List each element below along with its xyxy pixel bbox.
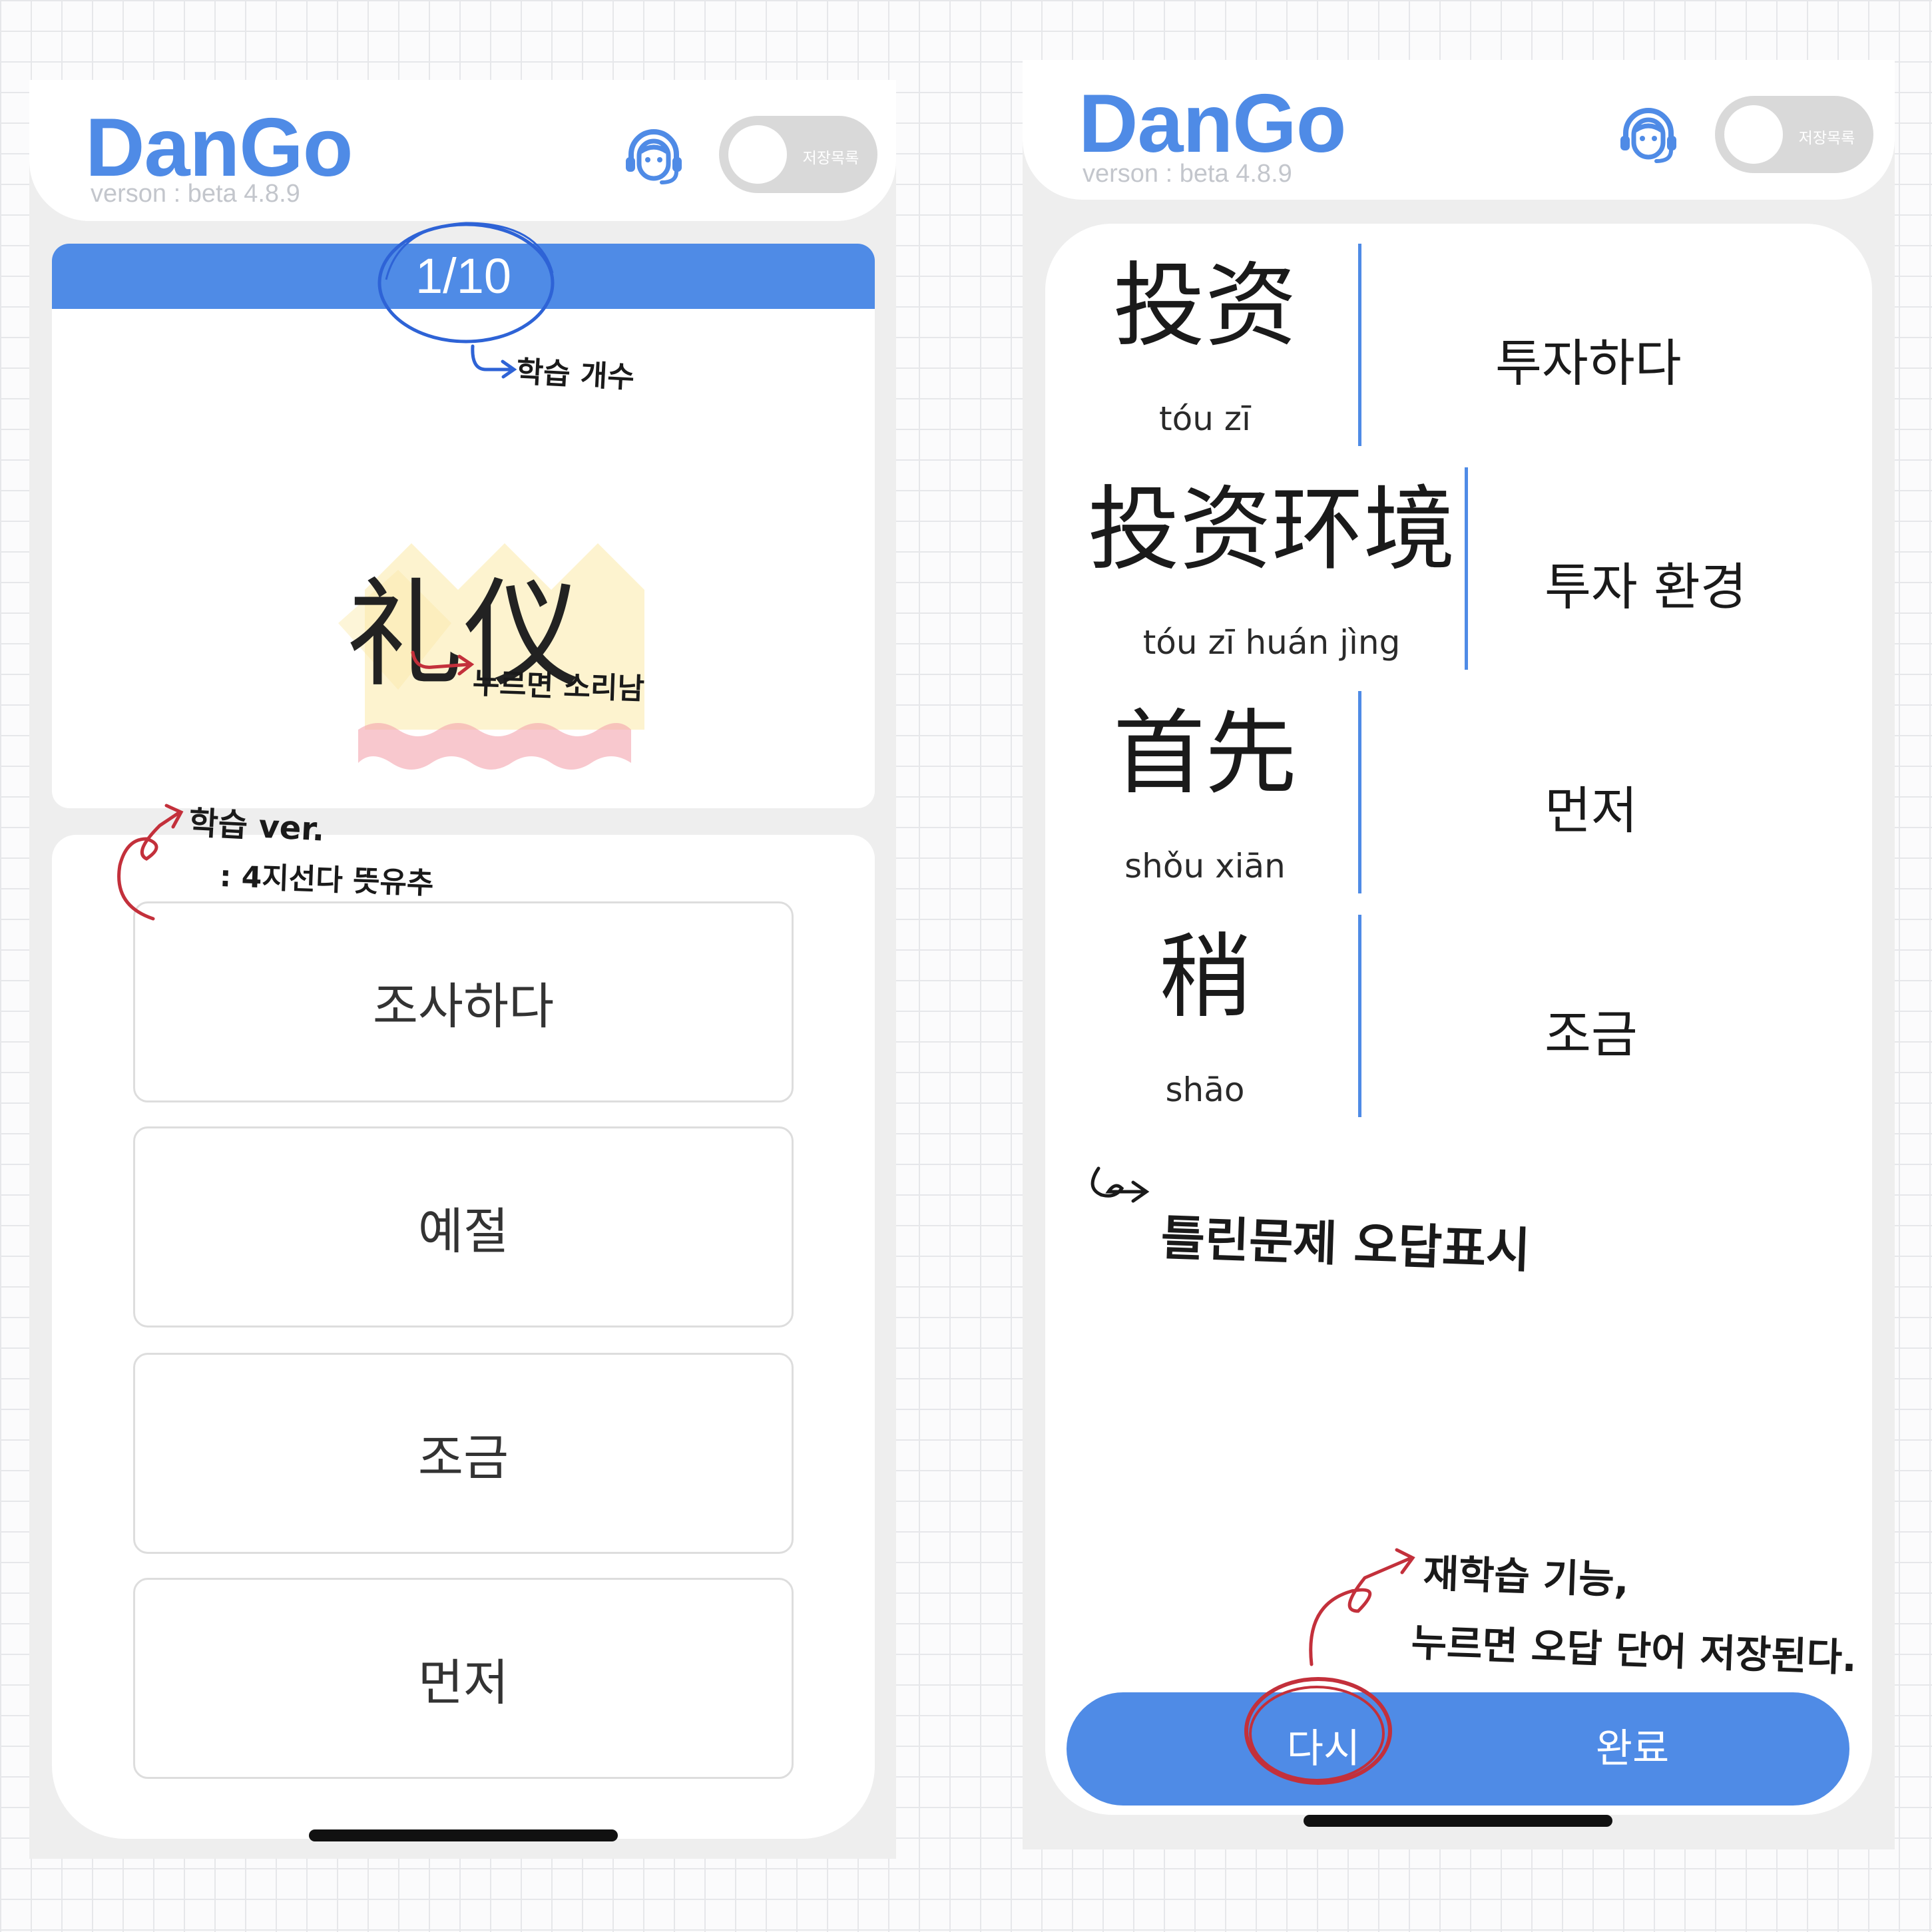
result-pinyin: shāo [1165, 1071, 1245, 1109]
answer-option-1[interactable]: 조사하다 [133, 901, 794, 1102]
result-meaning: 투자 환경 [1545, 557, 1747, 616]
result-divider [1358, 915, 1361, 1117]
headset-support-icon[interactable] [620, 122, 687, 189]
saved-list-toggle[interactable]: 저장목록 [719, 116, 877, 193]
study-version-annotation: 학습 ver. [188, 804, 326, 849]
result-hanzi: 投资环境 [1087, 476, 1455, 583]
answer-option-3[interactable]: 조금 [133, 1353, 794, 1554]
result-row: 首先 shǒu xiān 먼저 [1045, 691, 1872, 893]
relearn-annotation: 재학습 기능, [1422, 1551, 1630, 1603]
home-indicator [1304, 1815, 1612, 1827]
home-indicator [309, 1829, 618, 1841]
app-header: DanGo verson : beta 4.8.9 저장목록 [29, 80, 896, 221]
action-bar: 다시 완료 [1067, 1692, 1849, 1806]
sound-annotation: 누르면 소리남 [471, 666, 645, 706]
arrow-annotation [1090, 1166, 1150, 1203]
answer-options-card: 조사하다 예절 조금 먼저 [52, 835, 875, 1839]
arrow-annotation [411, 650, 475, 676]
answer-option-4[interactable]: 먼저 [133, 1578, 794, 1779]
result-divider [1465, 467, 1468, 670]
result-row: 投资环境 tóu zī huán jìng 투자 환경 [1045, 467, 1872, 670]
result-hanzi: 首先 [1112, 700, 1297, 807]
result-pinyin: shǒu xiān [1124, 847, 1286, 885]
toggle-knob [1724, 105, 1783, 164]
retry-circle-annotation [1244, 1677, 1392, 1785]
result-hanzi: 投资 [1112, 252, 1297, 360]
saved-list-toggle[interactable]: 저장목록 [1715, 96, 1873, 173]
toggle-label: 저장목록 [1798, 130, 1855, 147]
app-header: DanGo verson : beta 4.8.9 저장목록 [1023, 60, 1895, 200]
app-logo: DanGo [85, 102, 353, 194]
result-meaning: 조금 [1545, 1005, 1638, 1064]
result-meaning: 투자하다 [1495, 334, 1682, 393]
toggle-knob [728, 125, 787, 184]
toggle-label: 저장목록 [802, 150, 859, 167]
result-hanzi: 稍 [1158, 923, 1251, 1031]
count-annotation: 학습 개수 [515, 355, 636, 395]
result-pinyin: tóu zī huán jìng [1142, 623, 1401, 662]
version-label: verson : beta 4.8.9 [1083, 160, 1292, 188]
version-label: verson : beta 4.8.9 [91, 180, 300, 208]
wrong-answer-annotation: 틀린문제 오답표시 [1160, 1210, 1531, 1279]
headset-support-icon[interactable] [1615, 101, 1682, 168]
app-logo: DanGo [1079, 78, 1346, 170]
answer-option-2[interactable]: 예절 [133, 1126, 794, 1328]
arrow-annotation [117, 804, 184, 921]
result-row: 稍 shāo 조금 [1045, 915, 1872, 1117]
result-meaning: 먼저 [1545, 781, 1638, 840]
done-button[interactable]: 완료 [1533, 1692, 1732, 1806]
result-divider [1358, 691, 1361, 893]
study-version-detail-annotation: : 4지선다 뜻유추 [218, 859, 435, 901]
result-divider [1358, 244, 1361, 446]
result-row: 投资 tóu zī 투자하다 [1045, 244, 1872, 446]
result-pinyin: tóu zī [1159, 399, 1251, 438]
